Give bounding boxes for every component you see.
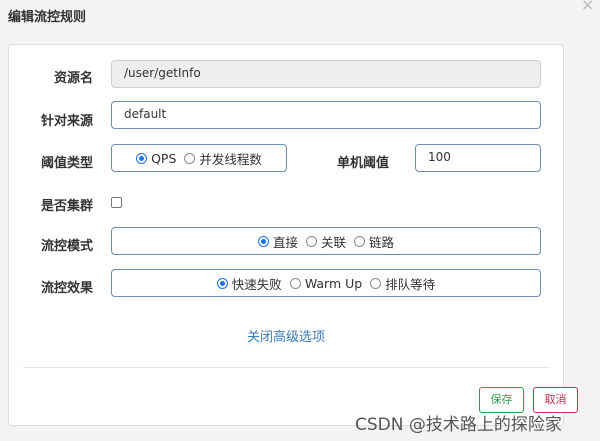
- single-threshold-input[interactable]: 100: [415, 144, 541, 172]
- single-threshold-value: 100: [428, 150, 451, 164]
- radio-warm-up[interactable]: Warm Up: [289, 275, 363, 291]
- radio-relate[interactable]: 关联: [305, 232, 346, 251]
- dialog-title: 编辑流控规则: [8, 10, 87, 25]
- single-threshold-label: 单机阈值: [336, 156, 389, 171]
- divider: [23, 367, 549, 368]
- cluster-checkbox[interactable]: [111, 197, 122, 208]
- rule-form-panel: 资源名 /user/getInfo 针对来源 default 阈值类型 QPS …: [8, 44, 578, 426]
- radio-dot[interactable]: [289, 277, 301, 289]
- radio-qps[interactable]: QPS: [136, 151, 176, 166]
- radio-qps-label: QPS: [151, 150, 177, 166]
- radio-queue-label: 排队等待: [385, 276, 436, 292]
- radio-warm-up-label: Warm Up: [304, 275, 363, 291]
- radio-fast-fail-label: 快速失败: [231, 276, 282, 292]
- radio-dot[interactable]: [354, 235, 365, 247]
- radio-dot-selected[interactable]: [216, 277, 228, 289]
- radio-dot-selected[interactable]: [257, 235, 269, 247]
- control-effect-label: 流控效果: [40, 281, 93, 296]
- radio-direct[interactable]: 直接: [257, 232, 298, 251]
- radio-dot-selected[interactable]: [136, 152, 148, 164]
- threshold-type-group: QPS 并发线程数: [111, 144, 287, 172]
- control-effect-group: 快速失败 Warm Up 排队等待: [111, 269, 541, 297]
- radio-dot[interactable]: [305, 235, 317, 247]
- source-value: default: [124, 107, 167, 121]
- radio-fast-fail[interactable]: 快速失败: [216, 274, 282, 293]
- radio-chain-label: 链路: [369, 234, 395, 250]
- cluster-label: 是否集群: [40, 199, 93, 214]
- radio-direct-label: 直接: [272, 234, 298, 250]
- radio-dot[interactable]: [370, 277, 382, 289]
- source-label: 针对来源: [40, 114, 93, 129]
- control-mode-group: 直接 关联 链路: [111, 227, 541, 255]
- threshold-type-label: 阈值类型: [40, 156, 93, 171]
- source-input[interactable]: default: [111, 101, 541, 129]
- radio-chain[interactable]: 链路: [354, 232, 394, 251]
- resource-value: /user/getInfo: [124, 66, 201, 80]
- close-icon[interactable]: ×: [581, 0, 594, 13]
- resource-label: 资源名: [53, 71, 93, 86]
- radio-thread-count-label: 并发线程数: [199, 151, 262, 167]
- radio-relate-label: 关联: [320, 234, 346, 250]
- control-mode-label: 流控模式: [40, 239, 93, 254]
- toggle-advanced-link[interactable]: 关闭高级选项: [9, 326, 563, 345]
- watermark: CSDN @技术路上的探险家: [355, 415, 562, 435]
- resource-input: /user/getInfo: [111, 60, 541, 88]
- radio-thread-count[interactable]: 并发线程数: [184, 149, 262, 168]
- radio-queue[interactable]: 排队等待: [370, 274, 435, 293]
- radio-dot[interactable]: [184, 152, 196, 164]
